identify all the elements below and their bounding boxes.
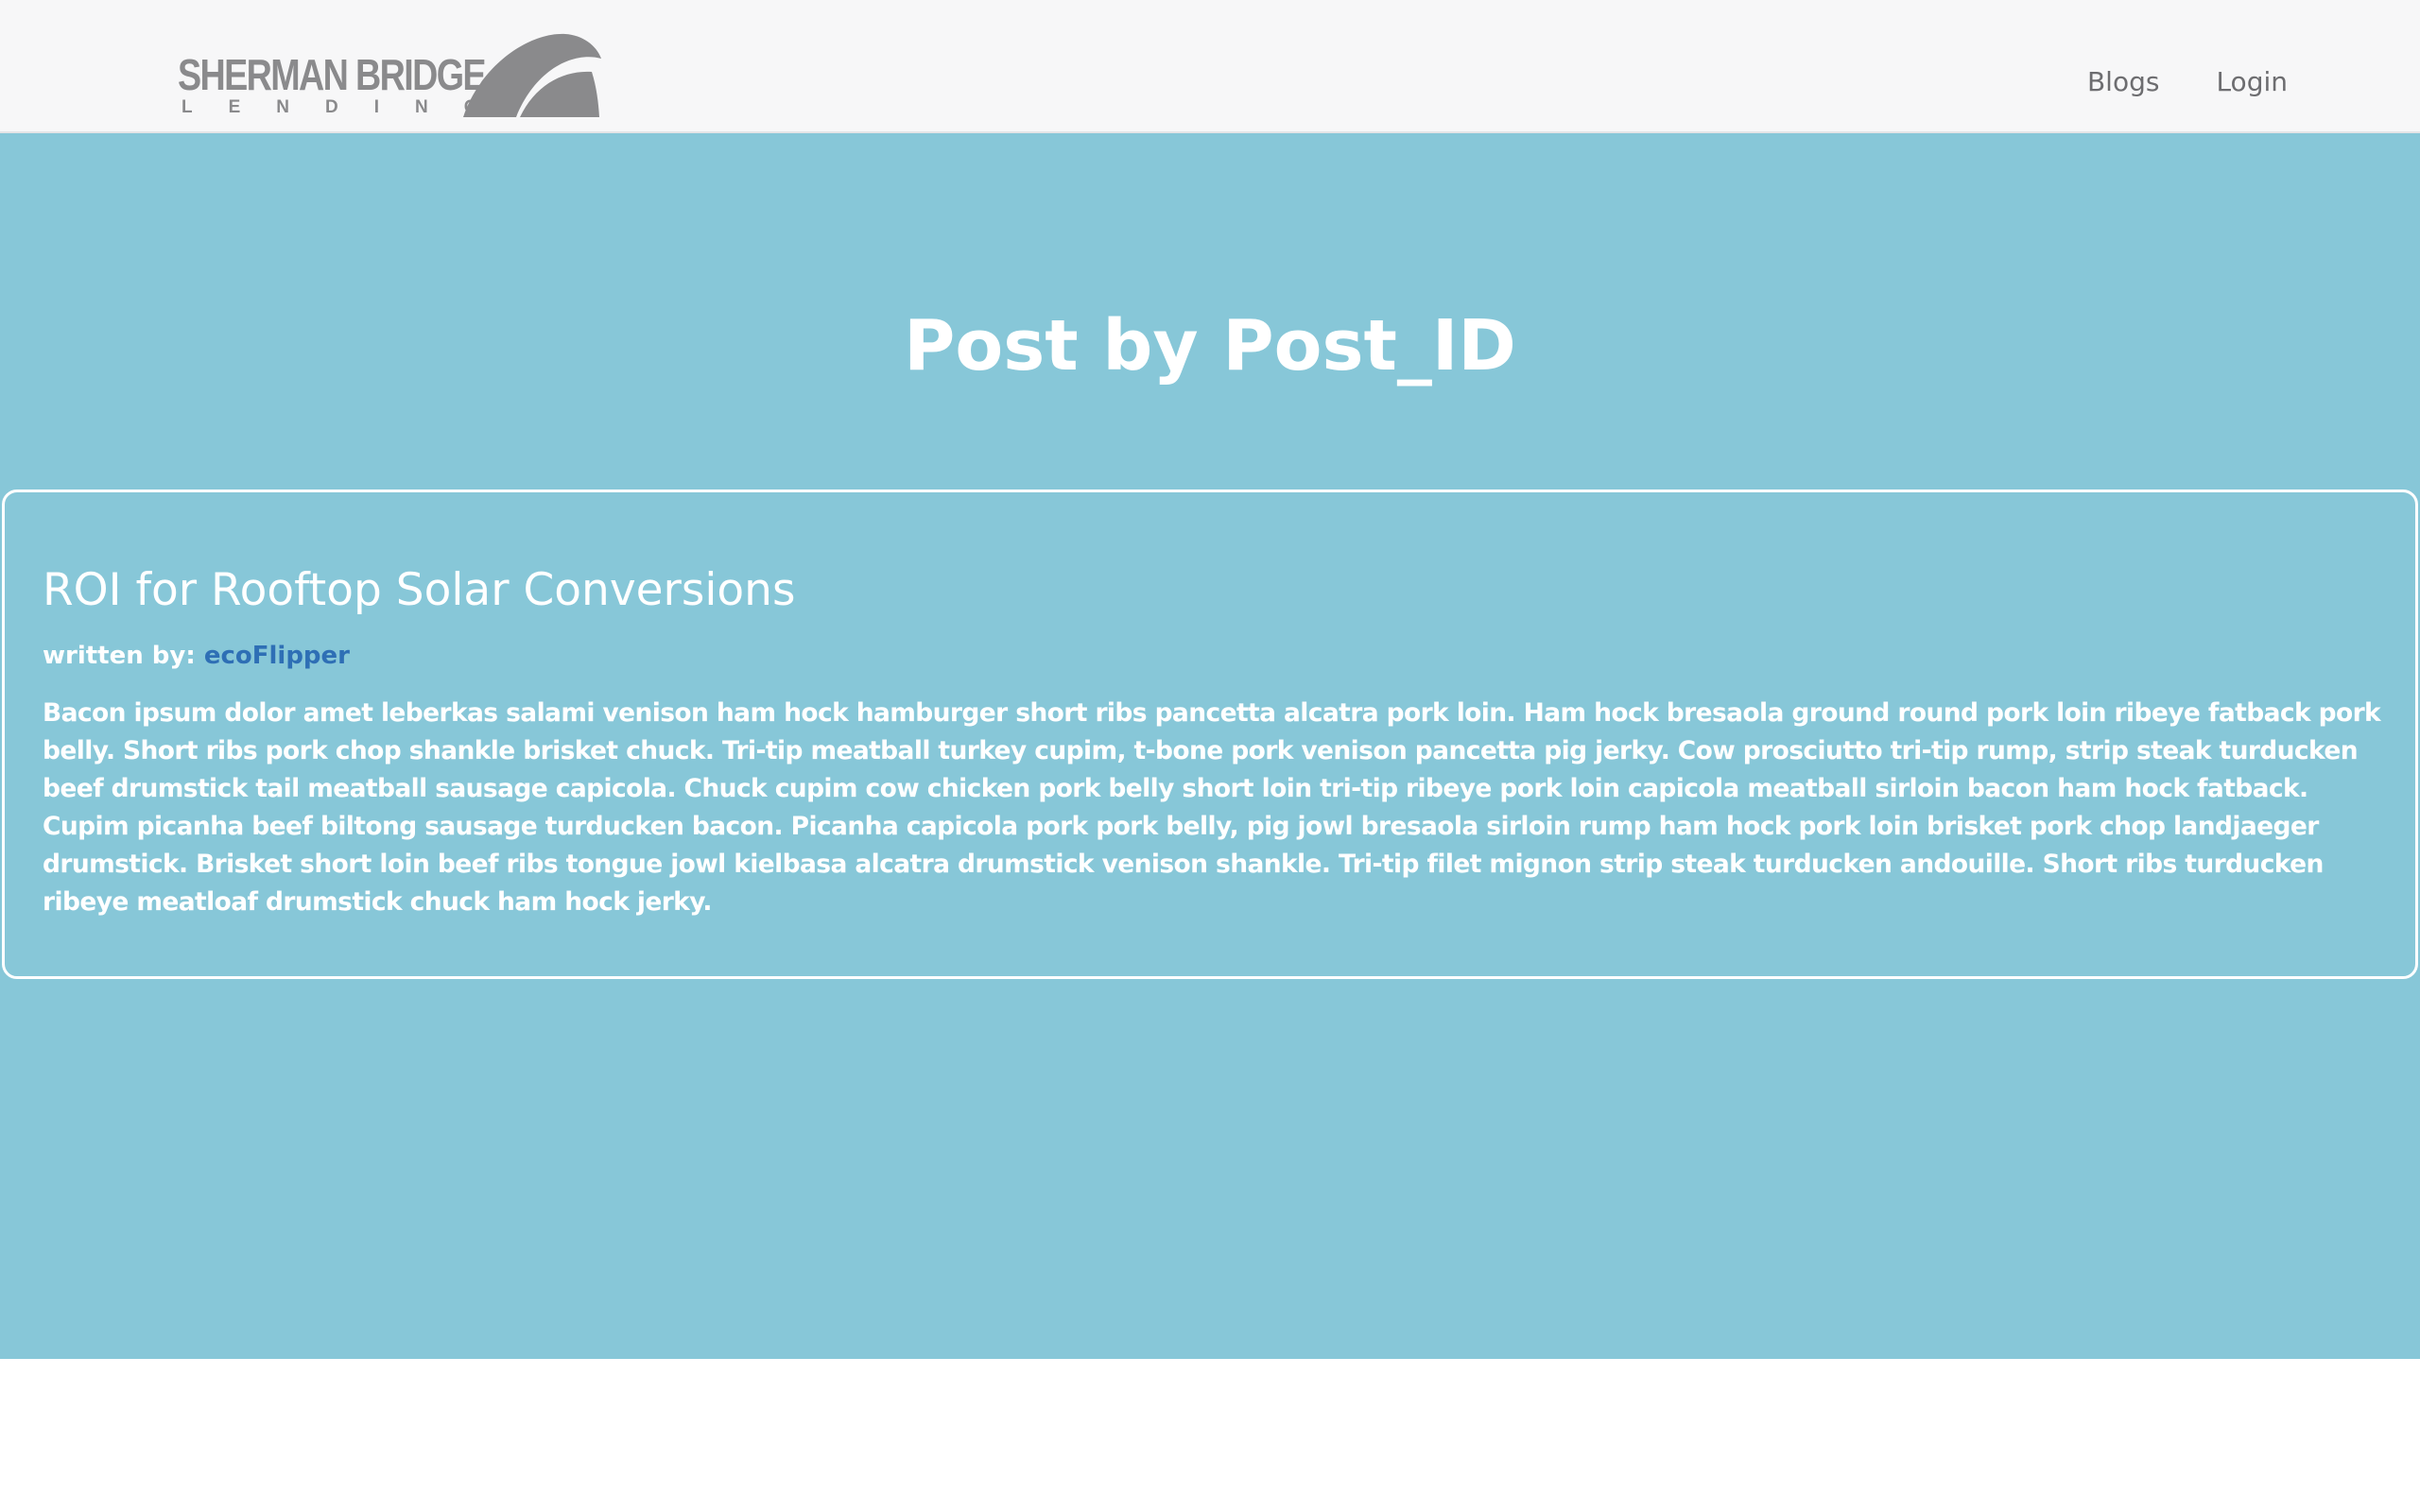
sherman-bridge-logo[interactable]: SHERMAN BRIDGE LENDING [178,32,603,119]
navbar: SHERMAN BRIDGE LENDING Blogs Login [0,0,2420,133]
author-link[interactable]: ecoFlipper [204,642,350,670]
page-title: Post by Post_ID [904,305,1516,387]
hero-section: Post by Post_ID ROI for Rooftop Solar Co… [0,133,2420,1359]
nav-links: Blogs Login [2087,66,2288,97]
logo-wordmark: SHERMAN BRIDGE [178,50,487,99]
byline: written by: ecoFlipper [43,642,350,670]
post-card: ROI for Rooftop Solar Conversions writte… [2,490,2418,979]
post-body: Bacon ipsum dolor amet leberkas salami v… [43,698,2381,917]
bridge-arc-icon [463,33,601,117]
post-title: ROI for Rooftop Solar Conversions [43,564,796,616]
nav-link-login[interactable]: Login [2216,66,2288,97]
nav-link-blogs[interactable]: Blogs [2087,66,2159,97]
byline-label: written by: [43,642,196,670]
